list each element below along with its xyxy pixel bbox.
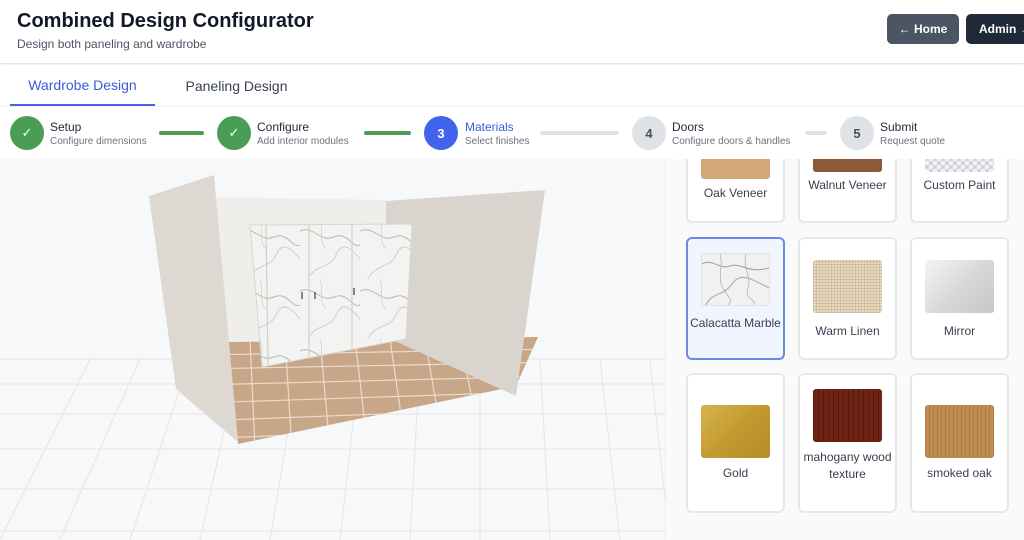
material-card-custom-paint[interactable]: Custom Paint — [910, 159, 1009, 223]
mahogany-swatch — [813, 389, 882, 442]
tab-wardrobe-design[interactable]: Wardrobe Design — [10, 65, 155, 106]
material-card-mahogany-wood-texture[interactable]: mahogany wood texture — [798, 373, 897, 513]
step-connector — [159, 131, 204, 135]
step-submit-number[interactable]: 5 — [840, 116, 874, 150]
step-doors-desc: Configure doors & handles — [672, 136, 791, 147]
step-doors-title: Doors — [672, 120, 705, 134]
material-label: smoked oak — [927, 466, 992, 480]
material-label: Oak Veneer — [703, 186, 768, 200]
design-tabs: Wardrobe Design Paneling Design — [0, 65, 1024, 107]
step-submit-desc: Request quote — [880, 136, 946, 147]
material-label: Walnut Veneer — [808, 178, 887, 192]
step-doors-number[interactable]: 4 — [632, 116, 666, 150]
3d-scene[interactable] — [0, 159, 665, 540]
progress-stepper: ✓ Setup Configure dimensions ✓ Configure… — [0, 107, 1024, 159]
material-label: Custom Paint — [923, 178, 996, 192]
custom-paint-swatch — [925, 159, 994, 172]
step-materials-title: Materials — [465, 120, 514, 134]
material-card-warm-linen[interactable]: Warm Linen — [798, 237, 897, 360]
smoked-oak-swatch — [925, 405, 994, 458]
material-card-gold[interactable]: Gold — [686, 373, 785, 513]
page-subtitle: Design both paneling and wardrobe — [17, 37, 207, 51]
step-setup-desc: Configure dimensions — [50, 136, 147, 147]
material-label: Mirror — [943, 324, 976, 338]
walnut-veneer-swatch — [813, 159, 882, 172]
3d-viewport[interactable] — [0, 159, 665, 540]
mirror-swatch — [925, 260, 994, 313]
step-configure-desc: Add interior modules — [257, 136, 349, 147]
material-label: mahogany wood texture — [803, 450, 892, 481]
marble-swatch — [701, 253, 770, 306]
step-connector — [364, 131, 411, 135]
page-title: Combined Design Configurator — [17, 10, 314, 32]
admin-button[interactable]: Admin → — [966, 14, 1024, 44]
material-card-smoked-oak[interactable]: smoked oak — [910, 373, 1009, 513]
material-card-calacatta-marble[interactable]: Calacatta Marble — [686, 237, 785, 360]
materials-panel: Oak Veneer Walnut Veneer Custom Paint Ca… — [665, 159, 1024, 540]
material-card-walnut-veneer[interactable]: Walnut Veneer — [798, 159, 897, 223]
oak-veneer-swatch — [701, 159, 770, 179]
step-configure-check-icon[interactable]: ✓ — [217, 116, 251, 150]
tab-paneling-design[interactable]: Paneling Design — [165, 65, 308, 106]
step-submit-title: Submit — [880, 120, 918, 134]
app-header: Combined Design Configurator Design both… — [0, 0, 1024, 64]
home-button[interactable]: ← Home — [887, 14, 959, 44]
gold-swatch — [701, 405, 770, 458]
material-label: Calacatta Marble — [690, 316, 781, 330]
step-setup-check-icon[interactable]: ✓ — [10, 116, 44, 150]
step-materials-number[interactable]: 3 — [424, 116, 458, 150]
step-connector — [540, 131, 619, 135]
material-label: Gold — [722, 466, 749, 480]
step-configure-title: Configure — [257, 120, 310, 134]
material-card-oak-veneer[interactable]: Oak Veneer — [686, 159, 785, 223]
step-setup-title: Setup — [50, 120, 82, 134]
step-connector — [805, 131, 827, 135]
linen-swatch — [813, 260, 882, 313]
step-materials-desc: Select finishes — [465, 136, 530, 147]
material-label: Warm Linen — [815, 324, 880, 338]
material-card-mirror[interactable]: Mirror — [910, 237, 1009, 360]
